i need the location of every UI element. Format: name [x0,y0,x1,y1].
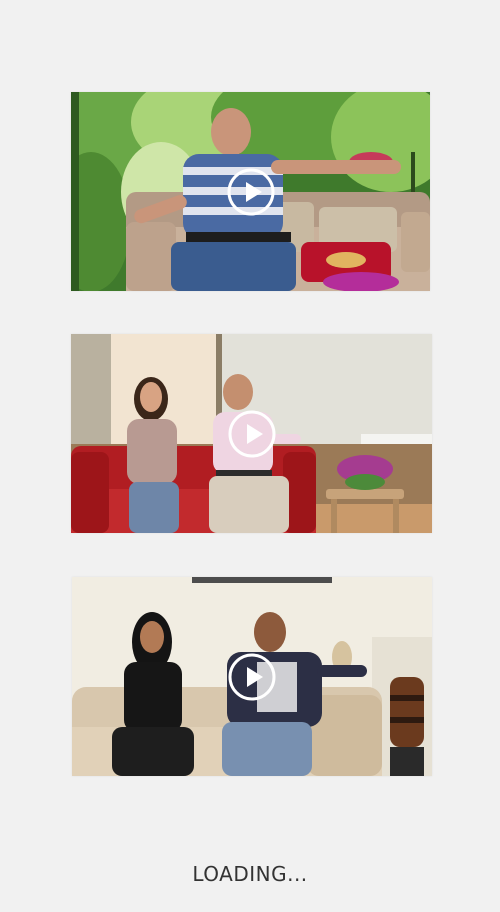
play-button-1[interactable] [226,167,276,217]
play-button-2[interactable] [227,409,277,459]
video-thumbnail-2[interactable] [71,334,432,533]
video-thumbnail-3[interactable] [72,577,432,776]
play-circle-icon [228,410,275,457]
play-circle-icon [227,168,274,215]
video-thumbnail-1[interactable] [71,92,430,291]
loading-indicator: LOADING... [192,862,308,886]
play-button-3[interactable] [227,652,277,702]
play-circle-icon [228,653,276,700]
